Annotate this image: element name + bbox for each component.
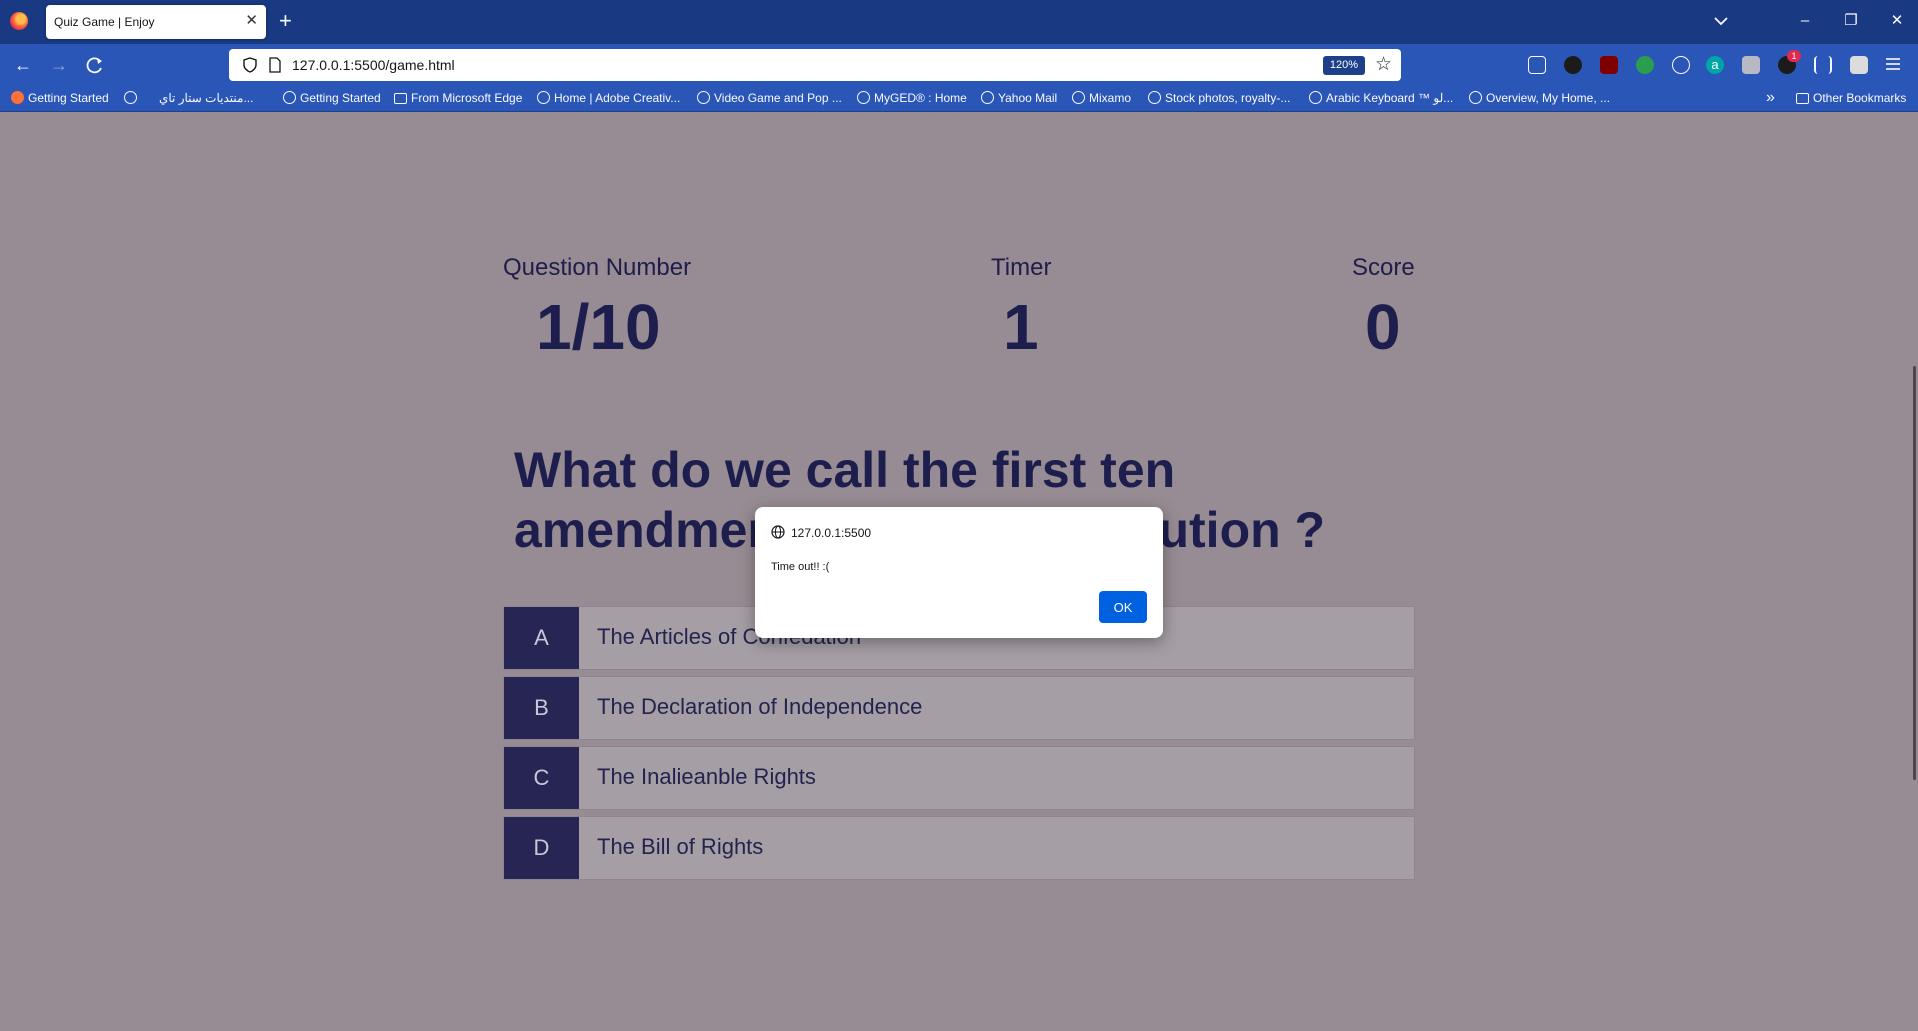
bookmark-item[interactable]: Yahoo Mail xyxy=(981,91,1057,107)
globe-icon xyxy=(1309,91,1322,104)
back-button[interactable]: ← xyxy=(10,53,36,77)
circle-icon[interactable] xyxy=(1672,56,1690,74)
shield-check-icon[interactable] xyxy=(1636,56,1654,74)
bookmark-item[interactable]: Overview, My Home, ... xyxy=(1469,91,1610,107)
globe-icon xyxy=(1469,91,1482,104)
ublock-icon[interactable] xyxy=(1600,56,1618,74)
bookmark-item[interactable]: Getting Started xyxy=(283,91,381,107)
globe-icon xyxy=(981,91,994,104)
dialog-origin: 127.0.0.1:5500 xyxy=(791,526,872,540)
globe-icon xyxy=(857,91,870,104)
extension-icon[interactable] xyxy=(1564,56,1582,74)
navigation-bar: ← → 127.0.0.1:5500/game.html 120% ☆ a 1 xyxy=(0,44,1918,86)
globe-icon xyxy=(124,91,137,104)
choice-prefix: D xyxy=(504,817,579,879)
choice-prefix: A xyxy=(504,607,579,669)
other-bookmarks-folder[interactable]: Other Bookmarks xyxy=(1796,91,1906,107)
choice-b[interactable]: B The Declaration of Independence xyxy=(503,676,1415,740)
choice-d[interactable]: D The Bill of Rights xyxy=(503,816,1415,880)
tab-bar: Quiz Game | Enjoy ✕ + – ❐ ✕ xyxy=(0,0,1918,44)
profile-icon[interactable] xyxy=(1850,56,1868,74)
choice-text: The Declaration of Independence xyxy=(597,694,923,719)
globe-icon xyxy=(1148,91,1161,104)
window-close-button[interactable]: ✕ xyxy=(1882,9,1912,33)
bookmark-item[interactable]: Video Game and Pop ... xyxy=(697,91,842,107)
pocket-icon[interactable] xyxy=(1528,56,1546,74)
bookmark-item[interactable] xyxy=(124,91,141,107)
score-value: 0 xyxy=(1365,291,1401,363)
firefox-icon[interactable] xyxy=(10,12,28,30)
tab-title: Quiz Game | Enjoy xyxy=(54,15,155,29)
bookmark-folder[interactable]: From Microsoft Edge xyxy=(394,91,522,107)
scrollbar-thumb[interactable] xyxy=(1913,366,1916,780)
shield-icon[interactable] xyxy=(242,57,258,73)
chevron-down-icon[interactable] xyxy=(1710,10,1732,32)
globe-icon xyxy=(1072,91,1085,104)
choice-text: The Bill of Rights xyxy=(597,834,764,859)
globe-icon xyxy=(771,525,785,539)
chevron-right-icon[interactable]: » xyxy=(1766,89,1775,107)
bookmark-item[interactable]: Arabic Keyboard ™ لو... xyxy=(1309,91,1453,107)
restore-button[interactable]: ❐ xyxy=(1836,9,1866,33)
new-tab-button[interactable]: + xyxy=(279,8,292,34)
zoom-badge[interactable]: 120% xyxy=(1323,56,1365,75)
menu-icon[interactable] xyxy=(1884,55,1902,73)
dialog-message: Time out!! :( xyxy=(771,561,830,573)
reload-icon[interactable] xyxy=(82,53,108,77)
library-icon[interactable] xyxy=(1814,56,1832,74)
bookmark-item[interactable]: MyGED® : Home xyxy=(857,91,967,107)
minimize-button[interactable]: – xyxy=(1790,9,1820,33)
choice-text: The Inalieanble Rights xyxy=(597,764,816,789)
bookmark-item[interactable]: منتديات ستار تاي... xyxy=(159,91,253,107)
tab-active[interactable]: Quiz Game | Enjoy ✕ xyxy=(46,5,266,39)
choice-prefix: B xyxy=(504,677,579,739)
globe-icon xyxy=(537,91,550,104)
page-icon[interactable] xyxy=(267,57,283,73)
notification-extension-icon[interactable]: 1 xyxy=(1778,50,1801,74)
timer-value: 1 xyxy=(1003,291,1039,363)
choice-prefix: C xyxy=(504,747,579,809)
folder-icon xyxy=(394,93,407,104)
bookmark-item[interactable]: Home | Adobe Creativ... xyxy=(537,91,680,107)
question-number-value: 1/10 xyxy=(536,291,661,363)
bookmark-item[interactable]: Getting Started xyxy=(11,91,109,107)
question-number-label: Question Number xyxy=(503,254,692,281)
extension-badge: 1 xyxy=(1787,50,1801,62)
choice-c[interactable]: C The Inalieanble Rights xyxy=(503,746,1415,810)
translate-icon[interactable] xyxy=(1742,56,1760,74)
url-bar[interactable]: 127.0.0.1:5500/game.html 120% ☆ xyxy=(229,49,1401,81)
bookmarks-toolbar: Getting Started منتديات ستار تاي... Gett… xyxy=(0,86,1918,112)
globe-icon xyxy=(697,91,710,104)
amazon-icon[interactable]: a xyxy=(1706,56,1724,74)
bookmark-item[interactable]: Mixamo xyxy=(1072,91,1131,107)
alert-dialog: 127.0.0.1:5500 Time out!! :( OK xyxy=(755,507,1163,638)
globe-icon xyxy=(283,91,296,104)
score-label: Score xyxy=(1352,254,1415,281)
close-icon[interactable]: ✕ xyxy=(245,12,258,30)
firefox-icon xyxy=(11,91,24,104)
timer-label: Timer xyxy=(991,254,1052,281)
url-text[interactable]: 127.0.0.1:5500/game.html xyxy=(292,57,455,73)
ok-button[interactable]: OK xyxy=(1099,591,1147,623)
forward-button[interactable]: → xyxy=(46,53,72,77)
folder-icon xyxy=(1796,93,1809,104)
bookmark-star-icon[interactable]: ☆ xyxy=(1375,54,1392,76)
bookmark-item[interactable]: Stock photos, royalty-... xyxy=(1148,91,1290,107)
